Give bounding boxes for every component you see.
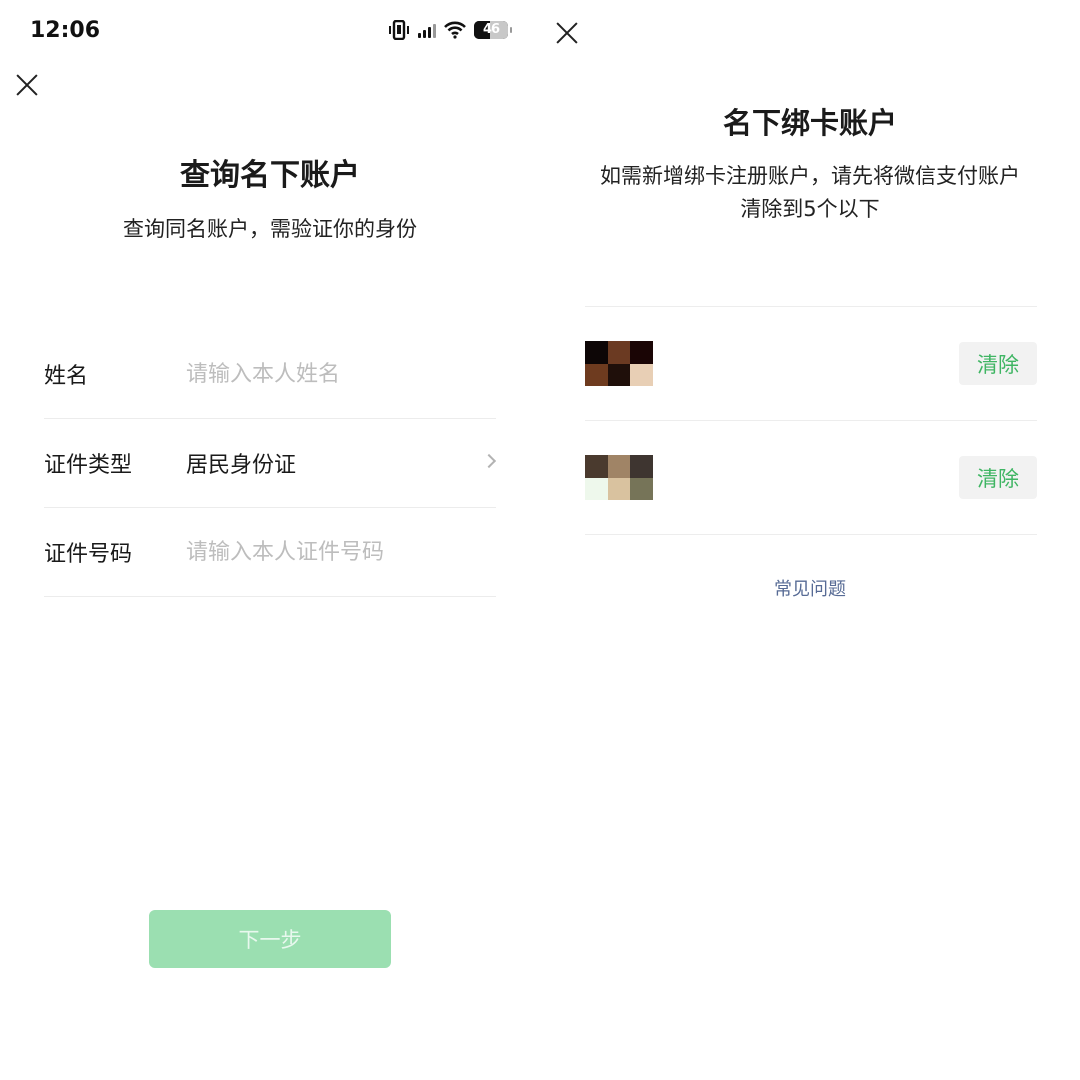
id-number-input[interactable] (186, 539, 496, 565)
name-label: 姓名 (44, 364, 89, 389)
next-step-button[interactable]: 下一步 (149, 910, 391, 968)
avatar-pixel (607, 477, 631, 500)
identity-query-screen: 12:06 46 查询名下账户 查询同名账户，需验证你的身份 姓名 请输入本人姓… (0, 0, 540, 1080)
avatar (585, 341, 653, 386)
avatar-pixel (607, 455, 631, 478)
status-time: 12:06 (30, 18, 101, 43)
wifi-icon (444, 21, 466, 39)
status-icons: 46 (388, 20, 512, 40)
vibrate-icon (389, 20, 409, 40)
faq-link[interactable]: 常见问题 (540, 575, 1080, 601)
avatar-pixel (630, 477, 653, 500)
account-list: 清除 清除 (585, 306, 1037, 535)
battery-level: 46 (482, 22, 500, 37)
avatar-pixel (607, 341, 631, 364)
id-type-row[interactable]: 证件类型 居民身份证 (44, 419, 497, 508)
avatar-pixel (630, 341, 653, 364)
name-row: 姓名 (44, 330, 496, 419)
page-description: 如需新增绑卡注册账户，请先将微信支付账户清除到5个以下 (600, 164, 1020, 221)
avatar (585, 455, 653, 500)
close-icon[interactable] (556, 22, 578, 44)
bound-accounts-screen: 名下绑卡账户 如需新增绑卡注册账户，请先将微信支付账户清除到5个以下 清除 清除… (540, 0, 1080, 1080)
clear-button[interactable]: 清除 (959, 342, 1037, 385)
clear-button[interactable]: 清除 (959, 456, 1037, 499)
battery-icon: 46 (474, 21, 512, 39)
account-item: 清除 (585, 307, 1037, 421)
id-number-row: 证件号码 (44, 508, 496, 597)
avatar-pixel (585, 455, 608, 478)
avatar-pixel (630, 455, 653, 478)
avatar-pixel (585, 341, 608, 364)
id-number-label: 证件号码 (44, 542, 133, 567)
avatar-pixel (607, 363, 631, 386)
avatar-pixel (585, 477, 608, 500)
close-icon[interactable] (16, 74, 38, 96)
id-type-value[interactable]: 居民身份证 (186, 447, 496, 479)
avatar-pixel (585, 363, 608, 386)
page-subtitle: 查询同名账户，需验证你的身份 (123, 217, 417, 241)
name-input[interactable] (186, 361, 496, 387)
page-title: 名下绑卡账户 (722, 106, 897, 140)
avatar-pixel (630, 363, 653, 386)
signal-icon (418, 22, 436, 38)
id-type-label: 证件类型 (44, 453, 133, 478)
page-title: 查询名下账户 (180, 158, 360, 193)
account-item: 清除 (585, 421, 1037, 535)
identity-form: 姓名 证件类型 居民身份证 证件号码 (44, 330, 497, 597)
